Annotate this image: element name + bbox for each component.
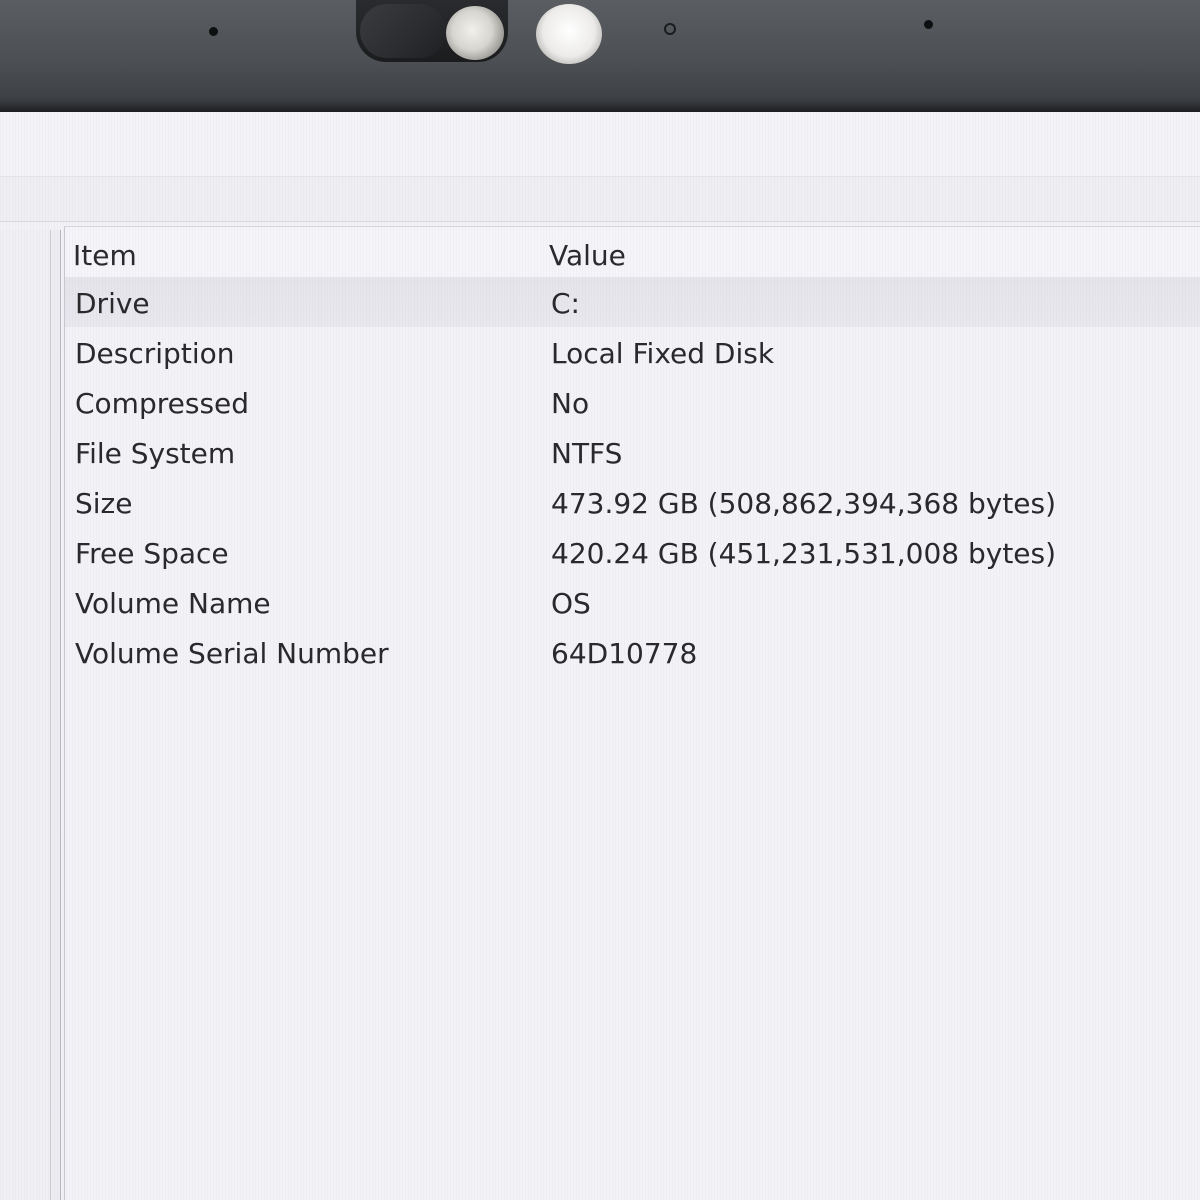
- value-cell: OS: [551, 587, 591, 620]
- privacy-shutter-icon: [360, 4, 446, 58]
- table-row[interactable]: Drive C:: [65, 277, 1200, 327]
- table-row[interactable]: Volume Serial Number 64D10778: [65, 627, 1200, 677]
- table-row[interactable]: Size 473.92 GB (508,862,394,368 bytes): [65, 477, 1200, 527]
- screen: Item Value Drive C: Description Local Fi…: [0, 112, 1200, 1200]
- item-cell: Volume Serial Number: [75, 637, 389, 670]
- window-title-area: [0, 112, 1200, 177]
- ir-sensor-icon: [536, 4, 602, 64]
- table-row[interactable]: File System NTFS: [65, 427, 1200, 477]
- item-cell: Free Space: [75, 537, 229, 570]
- category-tree-pane[interactable]: [0, 230, 51, 1200]
- item-cell: Drive: [75, 287, 150, 320]
- value-cell: No: [551, 387, 590, 420]
- column-header-item[interactable]: Item: [73, 239, 137, 272]
- pane-splitter[interactable]: [52, 230, 61, 1200]
- table-row[interactable]: Description Local Fixed Disk: [65, 327, 1200, 377]
- value-cell: 473.92 GB (508,862,394,368 bytes): [551, 487, 1057, 520]
- laptop-bezel: [0, 0, 1200, 112]
- table-row[interactable]: Free Space 420.24 GB (451,231,531,008 by…: [65, 527, 1200, 577]
- microphone-hole-left: [209, 27, 218, 36]
- value-cell: Local Fixed Disk: [551, 337, 775, 370]
- item-cell: Description: [75, 337, 235, 370]
- value-cell: 64D10778: [551, 637, 698, 670]
- photo-of-laptop-screen: Item Value Drive C: Description Local Fi…: [0, 0, 1200, 1200]
- value-cell: C:: [551, 287, 580, 320]
- menu-toolbar-area: [0, 177, 1200, 222]
- webcam-icon: [446, 6, 504, 60]
- item-cell: Compressed: [75, 387, 250, 420]
- indicator-light: [664, 23, 676, 35]
- value-cell: NTFS: [551, 437, 623, 470]
- table-row[interactable]: Compressed No: [65, 377, 1200, 427]
- item-cell: Volume Name: [75, 587, 271, 620]
- column-header-value[interactable]: Value: [549, 239, 626, 272]
- item-cell: Size: [75, 487, 133, 520]
- item-cell: File System: [75, 437, 236, 470]
- list-header: Item Value: [65, 227, 1200, 277]
- details-list-view[interactable]: Item Value Drive C: Description Local Fi…: [64, 226, 1200, 1200]
- microphone-hole-right: [924, 20, 933, 29]
- bezel-edge: [0, 100, 1200, 112]
- table-row[interactable]: Volume Name OS: [65, 577, 1200, 627]
- value-cell: 420.24 GB (451,231,531,008 bytes): [551, 537, 1057, 570]
